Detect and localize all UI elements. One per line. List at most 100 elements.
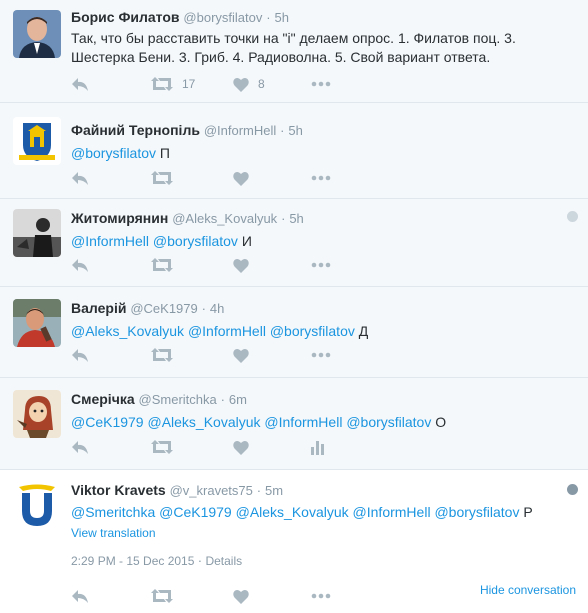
reply-button[interactable] — [71, 437, 89, 457]
like-button[interactable] — [233, 586, 249, 606]
mention-link[interactable]: @InformHell — [264, 414, 342, 430]
user-handle[interactable]: @InformHell — [204, 123, 276, 138]
retweet-icon — [151, 77, 173, 91]
retweet-button[interactable]: 17 — [151, 74, 195, 94]
user-handle[interactable]: @borysfilatov — [183, 10, 262, 25]
timestamp-link[interactable]: 5m — [265, 483, 283, 498]
separator: · — [220, 392, 225, 407]
mention-link[interactable]: @Aleks_Kovalyuk — [236, 504, 349, 520]
retweet-icon — [151, 348, 173, 362]
mention-link[interactable]: @borysfilatov — [153, 233, 238, 249]
user-name[interactable]: Смерічка — [71, 391, 135, 407]
timestamp-link[interactable]: 5h — [274, 10, 288, 25]
user-name[interactable]: Житомирянин — [71, 210, 168, 226]
retweet-button[interactable] — [151, 345, 173, 365]
timestamp-link[interactable]: 5h — [289, 211, 303, 226]
mention-link[interactable]: @Smeritchka — [71, 504, 155, 520]
like-button[interactable] — [233, 168, 249, 188]
separator: · — [266, 10, 271, 25]
more-button[interactable] — [311, 345, 331, 365]
mention-link[interactable]: @borysfilatov — [346, 414, 431, 430]
full-timestamp[interactable]: 2:29 PM - 15 Dec 2015 — [71, 554, 194, 568]
reply-button[interactable] — [71, 345, 89, 365]
reply-icon — [72, 259, 88, 272]
tweet-aleks-kovalyuk[interactable]: Житомирянин @Aleks_Kovalyuk · 5h @Inform… — [0, 199, 588, 287]
more-icon — [311, 262, 331, 268]
separator: · — [256, 483, 262, 498]
mention-link[interactable]: @CeK1979 — [71, 414, 144, 430]
more-button[interactable] — [311, 168, 331, 188]
user-name[interactable]: Валерій — [71, 300, 126, 316]
retweet-button[interactable] — [151, 255, 173, 275]
reply-button[interactable] — [71, 586, 89, 606]
mention-link[interactable]: @CeK1979 — [159, 504, 232, 520]
timestamp-link[interactable]: 4h — [210, 301, 224, 316]
details-link[interactable]: Details — [205, 554, 242, 568]
separator: · — [281, 211, 286, 226]
user-handle[interactable]: @v_kravets75 — [170, 483, 253, 498]
separator: · — [201, 301, 206, 316]
reply-text: Д — [358, 323, 369, 339]
tweet-timestamp-row: 2:29 PM - 15 Dec 2015 · Details — [71, 553, 242, 568]
conversation-dot — [567, 211, 578, 222]
avatar[interactable] — [13, 299, 61, 347]
reply-text: Р — [523, 504, 533, 520]
retweet-button[interactable] — [151, 586, 173, 606]
view-translation-link[interactable]: View translation — [71, 526, 568, 540]
timestamp-link[interactable]: 6m — [229, 392, 247, 407]
more-button[interactable] — [311, 74, 331, 94]
retweet-icon — [151, 171, 173, 185]
user-name[interactable]: Viktor Kravets — [71, 482, 166, 498]
mention-link[interactable]: @InformHell — [71, 233, 149, 249]
more-button[interactable] — [311, 255, 331, 275]
avatar[interactable] — [13, 209, 61, 257]
like-button[interactable] — [233, 345, 249, 365]
reply-text: И — [241, 233, 252, 249]
user-handle[interactable]: @Aleks_Kovalyuk — [172, 211, 277, 226]
tweet-cek1979[interactable]: Валерій @CeK1979 · 4h @Aleks_Kovalyuk @I… — [0, 287, 588, 378]
user-name[interactable]: Файний Тернопіль — [71, 122, 200, 138]
timestamp-link[interactable]: 5h — [288, 123, 302, 138]
separator: · — [280, 123, 285, 138]
like-count: 8 — [258, 77, 265, 91]
like-button[interactable] — [233, 255, 249, 275]
tweet-borysfilatov[interactable]: Борис Филатов @borysfilatov · 5h Так, чт… — [0, 0, 588, 103]
mention-link[interactable]: @InformHell — [353, 504, 431, 520]
user-handle[interactable]: @CeK1979 — [130, 301, 197, 316]
user-handle[interactable]: @Smeritchka — [139, 392, 217, 407]
like-icon — [233, 258, 249, 273]
tweet-smeritchka[interactable]: Смерічка @Smeritchka · 6m @CeK1979 @Alek… — [0, 378, 588, 470]
globe-icon — [567, 484, 578, 495]
mention-link[interactable]: @borysfilatov — [71, 145, 156, 161]
reply-text: О — [435, 414, 447, 430]
analytics-icon — [311, 441, 324, 455]
more-button[interactable] — [311, 586, 331, 606]
reply-button[interactable] — [71, 74, 89, 94]
mention-link[interactable]: @borysfilatov — [434, 504, 519, 520]
like-icon — [233, 440, 249, 455]
mention-link[interactable]: @Aleks_Kovalyuk — [71, 323, 184, 339]
mention-link[interactable]: @InformHell — [188, 323, 266, 339]
avatar[interactable] — [13, 117, 61, 165]
reply-button[interactable] — [71, 255, 89, 275]
retweet-button[interactable] — [151, 437, 173, 457]
mention-link[interactable]: @Aleks_Kovalyuk — [147, 414, 260, 430]
reply-button[interactable] — [71, 168, 89, 188]
avatar[interactable] — [13, 10, 61, 58]
hide-conversation-link[interactable]: Hide conversation — [480, 583, 576, 597]
reply-text: П — [159, 145, 170, 161]
avatar[interactable] — [13, 481, 61, 529]
tweet-informhell[interactable]: Файний Тернопіль @InformHell · 5h @borys… — [0, 103, 588, 199]
tweet-header: Смерічка @Smeritchka · 6m — [71, 390, 568, 409]
user-name[interactable]: Борис Филатов — [71, 9, 180, 25]
mention-link[interactable]: @borysfilatov — [270, 323, 355, 339]
reply-icon — [72, 441, 88, 454]
analytics-button[interactable] — [311, 437, 325, 457]
retweet-button[interactable] — [151, 168, 173, 188]
like-icon — [233, 171, 249, 186]
avatar[interactable] — [13, 390, 61, 438]
tweet-text: Так, что бы расставить точки на "і" дела… — [71, 30, 516, 65]
tweet-text: @Aleks_Kovalyuk @InformHell @borysfilato… — [71, 322, 568, 341]
like-button[interactable] — [233, 437, 249, 457]
like-button[interactable]: 8 — [233, 74, 265, 94]
